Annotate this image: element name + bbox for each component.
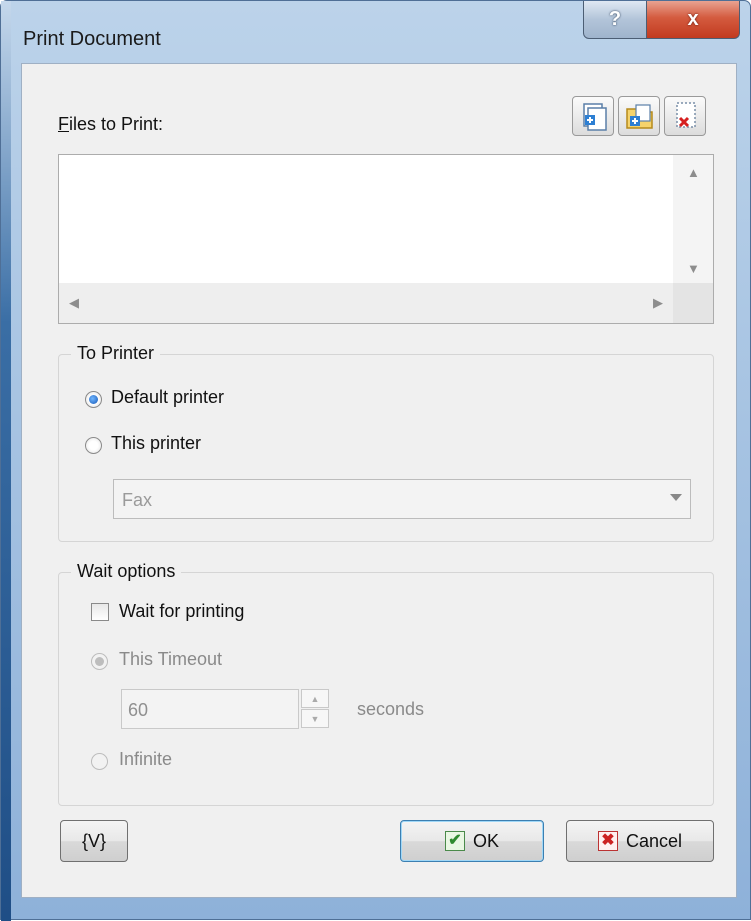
to-printer-title: To Printer [71, 343, 161, 364]
scroll-up-icon[interactable]: ▲ [687, 165, 700, 180]
timeout-input[interactable]: 60 [121, 689, 299, 729]
x-icon: ✖ [597, 831, 618, 851]
help-button[interactable]: ? [583, 1, 647, 39]
window-title: Print Document [23, 28, 161, 50]
timeout-increment[interactable]: ▲ [301, 689, 329, 708]
vertical-scrollbar[interactable]: ▲ ▼ [673, 155, 713, 285]
to-printer-group: To Printer Default printer This printer … [58, 343, 714, 542]
wait-options-group: Wait options Wait for printing This Time… [58, 561, 714, 806]
default-printer-label[interactable]: Default printer [111, 387, 224, 408]
printer-select[interactable]: Fax [113, 479, 691, 519]
scroll-corner [673, 283, 713, 323]
timeout-value: 60 [128, 700, 149, 720]
this-printer-label[interactable]: This printer [111, 433, 201, 454]
add-file-icon [583, 103, 607, 131]
cancel-button[interactable]: ✖ Cancel [566, 820, 714, 862]
scroll-right-icon[interactable]: ▶ [653, 295, 663, 311]
wait-for-printing-label[interactable]: Wait for printing [119, 601, 244, 622]
timeout-decrement[interactable]: ▼ [301, 709, 329, 728]
variables-button[interactable]: {V} [60, 820, 128, 862]
printer-select-value: Fax [122, 490, 153, 510]
remove-file-icon [676, 102, 696, 128]
close-button[interactable]: x [646, 1, 740, 39]
files-to-print-label: Files to Print: [58, 114, 164, 134]
seconds-label: seconds [357, 699, 425, 719]
dialog-window: Print Document ? x Files to Print: ▲ ▼ ◀… [0, 0, 751, 921]
add-folder-button[interactable] [618, 96, 660, 136]
horizontal-scrollbar[interactable]: ◀ ▶ [59, 283, 673, 323]
infinite-label[interactable]: Infinite [119, 749, 172, 770]
scroll-left-icon[interactable]: ◀ [69, 295, 79, 311]
cancel-label: Cancel [625, 830, 683, 851]
ok-label: OK [472, 830, 499, 851]
files-list[interactable]: ▲ ▼ ◀ ▶ [58, 154, 714, 324]
checkmark-icon: ✔ [444, 831, 465, 851]
remove-file-button[interactable] [664, 96, 706, 136]
this-printer-radio[interactable] [85, 437, 102, 454]
chevron-down-icon[interactable] [670, 494, 682, 501]
ok-button[interactable]: ✔ OK [400, 820, 544, 862]
scroll-down-icon[interactable]: ▼ [687, 261, 700, 276]
default-printer-radio[interactable] [85, 391, 102, 408]
dialog-content: Files to Print: ▲ ▼ ◀ ▶ To Printer Defau… [21, 63, 737, 898]
this-timeout-label[interactable]: This Timeout [119, 649, 222, 670]
wait-options-title: Wait options [71, 561, 182, 582]
infinite-radio[interactable] [91, 753, 108, 770]
add-folder-icon [626, 104, 653, 129]
wait-for-printing-checkbox[interactable] [91, 603, 109, 621]
add-file-button[interactable] [572, 96, 614, 136]
this-timeout-radio[interactable] [91, 653, 108, 670]
